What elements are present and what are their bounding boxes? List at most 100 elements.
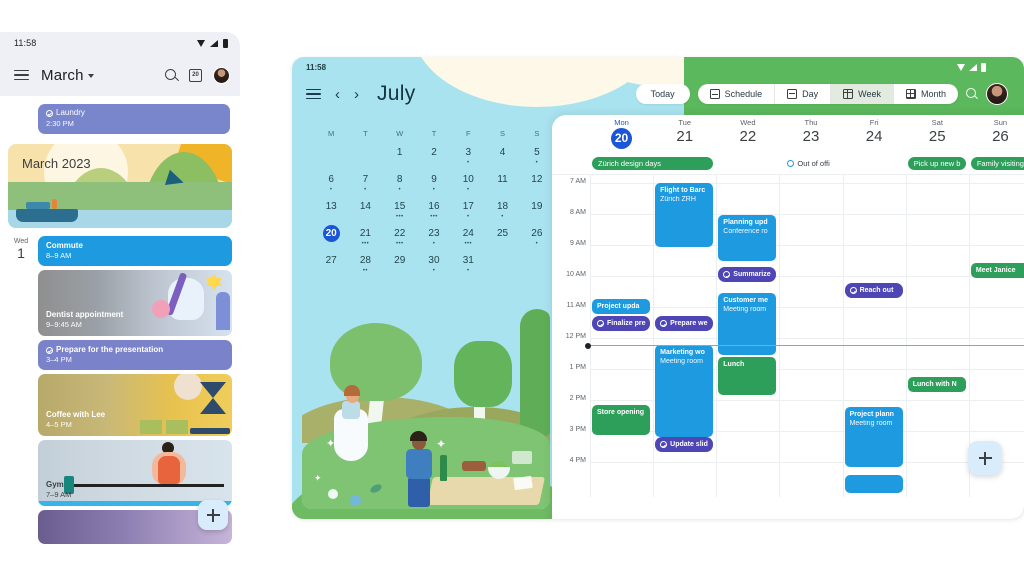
mini-calendar-day[interactable]: 12 [520,171,554,193]
mini-calendar-day[interactable]: 19 [520,198,554,220]
mini-calendar-day[interactable]: 14 [348,198,382,220]
create-event-fab[interactable] [198,500,228,530]
event-title: Marketing wo [660,349,705,356]
mini-calendar-day[interactable]: 6 • [314,171,348,193]
mini-calendar-day[interactable]: 22 ••• [383,225,417,247]
calendar-event[interactable]: Store opening [592,405,651,435]
calendar-event[interactable]: Lunch [718,357,777,395]
search-icon[interactable] [966,88,978,100]
calendar-event[interactable]: Meet Janice [970,263,1024,278]
week-day-header[interactable]: Fri 24 [843,115,906,153]
mini-calendar-day[interactable]: 11 [485,171,519,193]
week-day-header[interactable]: Mon 20 [590,115,653,153]
mini-day-number: 10 [462,174,474,185]
hamburger-menu-icon[interactable] [14,69,29,81]
event-title: Reach out [859,286,894,294]
create-event-fab[interactable] [968,441,1002,475]
week-day-header[interactable]: Tue 21 [653,115,716,153]
tab-month[interactable]: Month [894,84,958,104]
calendar-event[interactable]: Finalize pre [592,316,651,331]
mini-calendar-day[interactable]: 28 •• [348,252,382,274]
all-day-event[interactable]: Out of offi [781,157,839,170]
mini-calendar-day[interactable]: 1 [383,144,417,166]
calendar-event[interactable]: Project upda [592,299,651,314]
mini-calendar-day[interactable]: 27 [314,252,348,274]
mini-calendar-day[interactable]: 24 ••• [451,225,485,247]
calendar-event[interactable] [844,475,903,493]
mini-calendar[interactable]: M T W T F S S 1 2 3 • 4 5 • 6 • 7 • 8 • 9 • 10 • 11 12 13 14… [314,129,554,274]
calendar-event[interactable]: Lunch with N [907,377,966,392]
event-title: Store opening [597,409,645,416]
avatar[interactable] [213,66,230,84]
page-title: July [377,82,416,105]
all-day-row[interactable]: Zürich design days Out of offi Pick up new… [552,153,1024,175]
search-icon[interactable] [165,68,178,82]
hamburger-menu-icon[interactable] [306,88,321,100]
mini-calendar-day[interactable]: 7 • [348,171,382,193]
mini-calendar-day[interactable]: 30 • [417,252,451,274]
phone-status-time: 11:58 [14,38,37,48]
tab-week[interactable]: Week [831,84,894,104]
list-item[interactable]: Coffee with Lee 4–5 PM [38,374,232,436]
list-item[interactable]: Commute 8–9 AM [38,236,232,266]
mini-day-number [494,252,511,269]
mini-calendar-day[interactable]: 25 [485,225,519,247]
calendar-event[interactable]: Project plann Meeting room [844,407,903,467]
mini-calendar-day[interactable]: 16 ••• [417,198,451,220]
next-month-button[interactable]: › [354,87,359,102]
mini-calendar-day[interactable]: 2 [417,144,451,166]
calendar-event[interactable]: Prepare we [655,316,714,331]
mini-day-number: 30 [428,255,440,266]
mini-calendar-day[interactable]: 29 [383,252,417,274]
all-day-event[interactable]: Pick up new b [907,157,966,170]
calendar-event[interactable]: Marketing wo Meeting room [655,345,714,437]
today-button[interactable]: Today [635,84,690,104]
mini-calendar-day[interactable]: 3 • [451,144,485,166]
mini-calendar-day[interactable]: 20 [314,225,348,247]
mini-calendar-grid[interactable]: 1 2 3 • 4 5 • 6 • 7 • 8 • 9 • 10 • 11 12 13 14 15 ••• 16 ••• 17 • 1… [314,144,554,274]
calendar-event[interactable]: Planning upd Conference ro [718,215,777,261]
list-item[interactable]: Gym 7–9 AM [38,440,232,506]
phone-schedule-list[interactable]: Laundry 2:30 PM March 2023 Wed 1 Commute… [0,104,240,548]
all-day-event[interactable]: Family visiting [970,157,1024,170]
tab-day[interactable]: Day [775,84,832,104]
mini-calendar-day[interactable]: 15 ••• [383,198,417,220]
mini-calendar-day[interactable]: 8 • [383,171,417,193]
mini-day-dots: ••• [395,241,404,247]
mini-calendar-day[interactable]: 13 [314,198,348,220]
prev-month-button[interactable]: ‹ [335,87,340,102]
all-day-event[interactable]: Zürich design days [592,157,714,170]
calendar-event[interactable]: Flight to Barc Zürich ZRH [655,183,714,247]
mini-calendar-day[interactable]: 21 ••• [348,225,382,247]
week-day-header[interactable]: Sat 25 [906,115,969,153]
mini-calendar-empty [520,252,554,274]
list-item[interactable]: Prepare for the presentation 3–4 PM [38,340,232,370]
list-item[interactable]: Dentist appointment 9–9:45 AM [38,270,232,336]
mini-calendar-day[interactable]: 4 [485,144,519,166]
mini-calendar-day[interactable]: 10 • [451,171,485,193]
calendar-event[interactable]: Summarize [718,267,777,282]
week-day-header[interactable]: Sun 26 [969,115,1024,153]
phone-month-selector[interactable]: March [41,67,94,84]
week-time-grid[interactable]: 7 AM 8 AM 9 AM 10 AM 11 AM 12 PM 1 PM 2 PM 3 PM 4… [552,175,1024,497]
week-day-header[interactable]: Thu 23 [779,115,842,153]
mini-calendar-day[interactable]: 26 • [520,225,554,247]
mini-calendar-day[interactable]: 5 • [520,144,554,166]
mini-calendar-day[interactable]: 18 • [485,198,519,220]
day-of-week-label: Fri [869,118,879,127]
event-title: Update slid [670,440,708,448]
mini-day-number: 17 [462,201,474,212]
avatar[interactable] [986,83,1008,105]
mini-day-dots: • [329,187,333,193]
mini-calendar-day[interactable]: 17 • [451,198,485,220]
tab-schedule[interactable]: Schedule [698,84,776,104]
calendar-event[interactable]: Reach out [844,283,903,298]
mini-calendar-day[interactable]: 23 • [417,225,451,247]
phone-month-label: March [41,66,84,84]
calendar-day-icon[interactable]: 20 [189,68,202,82]
week-day-header[interactable]: Wed 22 [716,115,779,153]
mini-calendar-day[interactable]: 9 • [417,171,451,193]
calendar-event[interactable]: Update slid [655,437,714,452]
mini-calendar-day[interactable]: 31 • [451,252,485,274]
list-item[interactable]: Laundry 2:30 PM [38,104,230,134]
